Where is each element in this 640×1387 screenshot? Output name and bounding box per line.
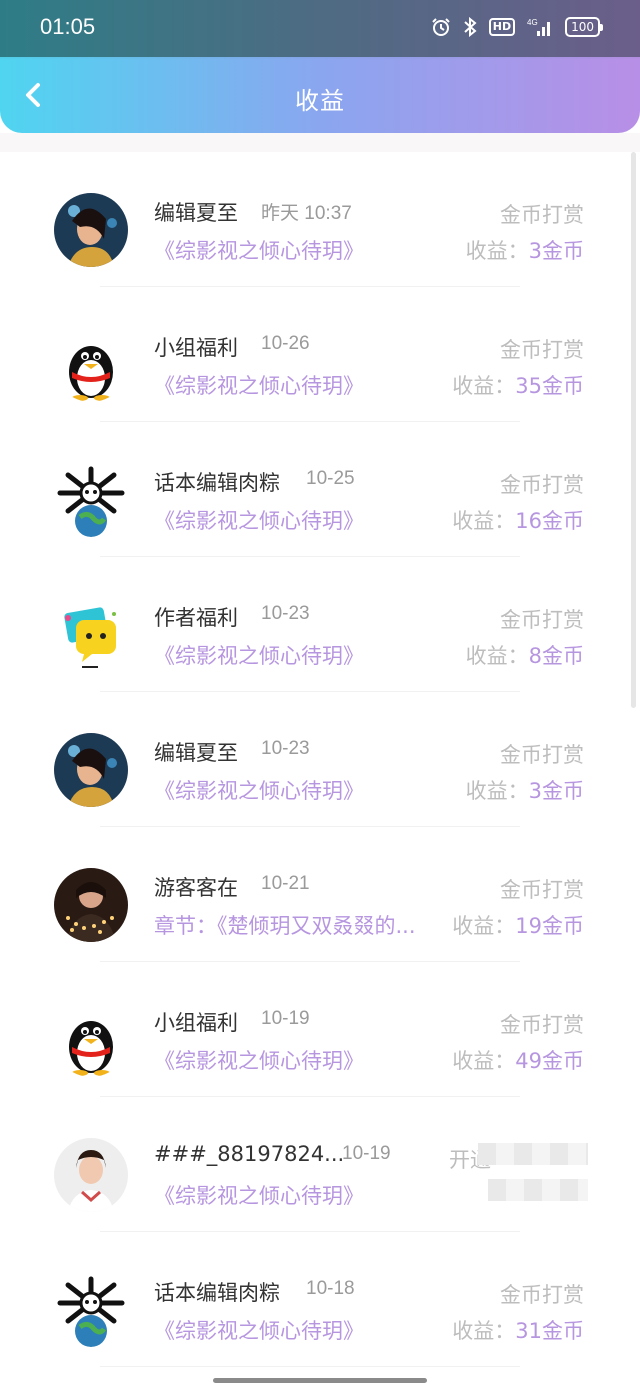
reward-type: 金币打赏: [500, 1283, 584, 1307]
list-item[interactable]: ###_88197824... 10-19 《综影视之倾心待玥》 开通: [0, 1097, 640, 1232]
earning-amount: 收益：3金币: [466, 235, 584, 265]
work-title: 《综影视之倾心待玥》: [154, 644, 364, 668]
sender-name: 编辑夏至: [154, 741, 238, 765]
item-date: 10-25: [306, 468, 355, 489]
avatar[interactable]: [54, 193, 128, 267]
item-date: 10-19: [342, 1143, 391, 1164]
list-item[interactable]: 编辑夏至 10-23 《综影视之倾心待玥》 金币打赏收益：3金币: [0, 692, 640, 827]
work-title: 《综影视之倾心待玥》: [154, 509, 364, 533]
reward-type: 金币打赏: [500, 338, 584, 362]
sender-name: 编辑夏至: [154, 201, 238, 225]
work-title: 《综影视之倾心待玥》: [154, 1184, 364, 1208]
scrollbar[interactable]: [631, 152, 636, 708]
work-title: 《综影视之倾心待玥》: [154, 1319, 364, 1343]
list-item[interactable]: 小组福利 10-26 《综影视之倾心待玥》 金币打赏收益：35金币: [0, 287, 640, 422]
status-time: 01:05: [40, 14, 96, 39]
earning-label: 收益：: [465, 239, 529, 263]
reward-type: 金币打赏: [500, 1013, 584, 1037]
list-item[interactable]: 话本编辑肉粽 10-25 《综影视之倾心待玥》 金币打赏收益：16金币: [0, 422, 640, 557]
earning-amount: 收益：3金币: [466, 775, 584, 805]
reward-type: 金币打赏: [500, 608, 584, 632]
svg-text:4G: 4G: [527, 18, 538, 27]
avatar[interactable]: [54, 868, 128, 942]
avatar[interactable]: [54, 1138, 128, 1212]
earnings-list[interactable]: 编辑夏至 昨天 10:37 《综影视之倾心待玥》 金币打赏 收益：3金币 小组福利 10-2…: [0, 152, 640, 1387]
earning-amount: 收益：8金币: [466, 640, 584, 670]
earning-value: 3金币: [528, 779, 584, 803]
earning-label: 收益：: [452, 374, 516, 398]
avatar[interactable]: [54, 328, 128, 402]
hd-icon: HD: [488, 18, 516, 36]
blurred-content: [488, 1179, 588, 1201]
earning-value: 49金币: [515, 1049, 584, 1073]
list-item[interactable]: 作者福利 10-23 《综影视之倾心待玥》 金币打赏收益：8金币: [0, 557, 640, 692]
sender-name: 作者福利: [154, 606, 238, 630]
work-title: 《综影视之倾心待玥》: [154, 374, 364, 398]
bluetooth-icon: [463, 16, 477, 38]
sender-name: 小组福利: [154, 336, 238, 360]
gap-strip: [0, 133, 640, 152]
item-date: 10-23: [261, 738, 310, 759]
reward-type: 金币打赏: [500, 203, 584, 227]
reward-type: 金币打赏: [500, 743, 584, 767]
avatar[interactable]: [54, 463, 128, 537]
earning-amount: 收益：16金币: [452, 505, 584, 535]
earning-value: 19金币: [515, 914, 584, 938]
avatar[interactable]: [54, 733, 128, 807]
earning-label: 收益：: [452, 509, 516, 533]
item-date: 10-23: [261, 603, 310, 624]
sender-name: 话本编辑肉粽: [154, 471, 280, 495]
earning-label: 收益：: [465, 779, 529, 803]
earning-amount: 收益：31金币: [452, 1315, 584, 1345]
earning-value: 35金币: [515, 374, 584, 398]
earning-amount: 收益：35金币: [452, 370, 584, 400]
avatar[interactable]: [54, 1273, 128, 1347]
list-item[interactable]: 话本编辑肉粽 10-18 《综影视之倾心待玥》 金币打赏收益：31金币: [0, 1232, 640, 1367]
earning-value: 3金币: [528, 239, 584, 263]
blurred-content: [478, 1143, 588, 1165]
reward-type: 金币打赏: [500, 878, 584, 902]
earning-value: 16金币: [515, 509, 584, 533]
item-date: 10-19: [261, 1008, 310, 1029]
earning-value: 8金币: [528, 644, 584, 668]
status-icons: HD 4G 100: [431, 16, 603, 38]
earning-label: 收益：: [452, 1049, 516, 1073]
alarm-icon: [431, 16, 451, 38]
earning-value: 31金币: [515, 1319, 584, 1343]
signal-icon: 4G: [527, 16, 553, 38]
reward-type: 金币打赏: [500, 473, 584, 497]
sender-name: 游客客在: [154, 876, 238, 900]
earning-label: 收益：: [465, 644, 529, 668]
work-title: 《综影视之倾心待玥》: [154, 239, 364, 263]
item-date: 10-21: [261, 873, 310, 894]
work-title: 章节：《楚倾玥又双叒叕的...: [154, 914, 416, 938]
page-title: 收益: [295, 87, 345, 115]
item-date: 10-18: [306, 1278, 355, 1299]
avatar[interactable]: [54, 1003, 128, 1077]
earning-amount: 收益：19金币: [452, 910, 584, 940]
home-indicator[interactable]: [213, 1378, 427, 1383]
nav-bar: 收益: [0, 57, 640, 133]
avatar[interactable]: [54, 598, 128, 672]
item-date: 昨天 10:37: [261, 203, 352, 224]
sender-name: 小组福利: [154, 1011, 238, 1035]
earning-label: 收益：: [452, 914, 516, 938]
earning-amount: 收益：49金币: [452, 1045, 584, 1075]
work-title: 《综影视之倾心待玥》: [154, 1049, 364, 1073]
item-date: 10-26: [261, 333, 310, 354]
list-item[interactable]: 游客客在 10-21 章节：《楚倾玥又双叒叕的... 金币打赏收益：19金币: [0, 827, 640, 962]
row-divider: [100, 1366, 520, 1367]
list-item[interactable]: 编辑夏至 昨天 10:37 《综影视之倾心待玥》 金币打赏收益：3金币: [0, 152, 640, 287]
status-bar: 01:05 HD 4G 100: [0, 0, 640, 57]
sender-name: ###_88197824...: [154, 1142, 345, 1166]
earning-label: 收益：: [452, 1319, 516, 1343]
battery-icon: 100: [565, 17, 603, 37]
sender-name: 话本编辑肉粽: [154, 1281, 280, 1305]
work-title: 《综影视之倾心待玥》: [154, 779, 364, 803]
list-item[interactable]: 小组福利 10-19 《综影视之倾心待玥》 金币打赏收益：49金币: [0, 962, 640, 1097]
